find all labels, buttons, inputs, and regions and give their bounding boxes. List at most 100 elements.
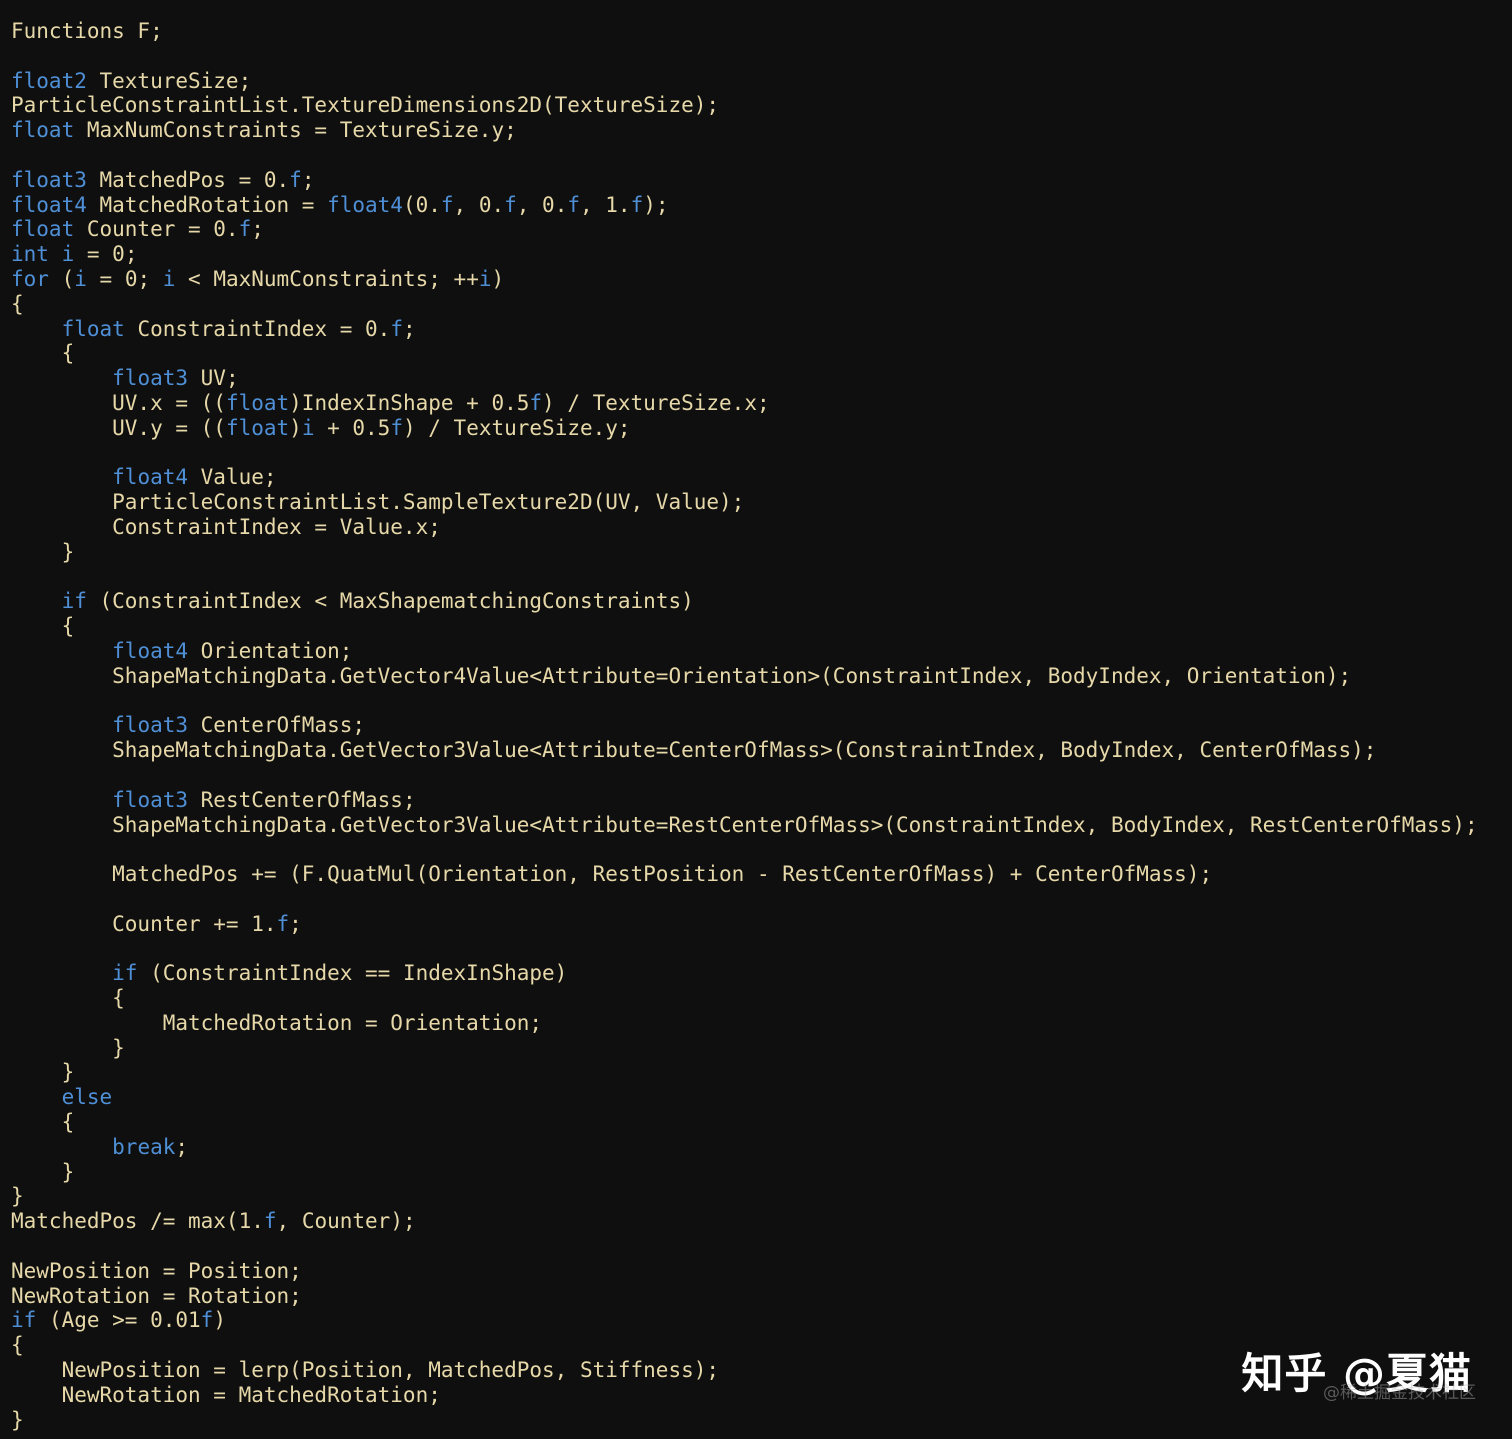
- code-token: CenterOfMass;: [188, 713, 366, 738]
- code-line: {: [11, 614, 1506, 639]
- code-line: ParticleConstraintList.SampleTexture2D(U…: [11, 490, 1506, 515]
- code-line: float4 Value;: [11, 465, 1506, 490]
- code-token: ) / TextureSize.y;: [402, 415, 631, 440]
- code-line: float3 RestCenterOfMass;: [11, 788, 1506, 813]
- code-keyword: float: [225, 415, 290, 440]
- code-keyword: if: [11, 1308, 37, 1333]
- code-keyword: float3: [11, 167, 87, 192]
- code-token: Counter += 1.: [11, 911, 277, 936]
- code-line: ConstraintIndex = Value.x;: [11, 515, 1506, 540]
- code-keyword: if: [61, 589, 87, 614]
- code-token: }: [11, 1159, 75, 1184]
- code-token: NewRotation = Rotation;: [11, 1283, 302, 1308]
- code-line: {: [11, 292, 1506, 317]
- code-line: Functions F;: [11, 19, 1506, 44]
- code-token: RestCenterOfMass;: [188, 787, 416, 812]
- code-keyword: f: [630, 192, 644, 217]
- code-token: {: [11, 341, 75, 366]
- code-line: }: [11, 1160, 1506, 1185]
- code-line: Counter += 1.f;: [11, 912, 1506, 937]
- code-token: MaxNumConstraints = TextureSize.y;: [74, 118, 517, 143]
- code-token: Value;: [188, 465, 277, 490]
- code-keyword: f: [238, 217, 252, 242]
- code-line: float4 Orientation;: [11, 639, 1506, 664]
- code-line: }: [11, 1060, 1506, 1085]
- code-keyword: i: [61, 242, 75, 267]
- code-token: ): [289, 415, 302, 440]
- code-token: NewPosition = lerp(Position, MatchedPos,…: [11, 1358, 720, 1383]
- code-token: MatchedRotation =: [86, 192, 328, 217]
- code-line: NewRotation = Rotation;: [11, 1284, 1506, 1309]
- code-keyword: f: [390, 316, 403, 341]
- code-keyword: float3: [112, 713, 189, 738]
- code-token: Counter = 0.: [74, 217, 239, 242]
- code-keyword: float2: [11, 68, 87, 93]
- code-line: }: [11, 1408, 1506, 1433]
- code-keyword: f: [276, 911, 290, 936]
- code-line: for (i = 0; i < MaxNumConstraints; ++i): [11, 267, 1506, 292]
- code-keyword: f: [289, 167, 302, 192]
- code-token: ShapeMatchingData.GetVector3Value<Attrib…: [11, 738, 1377, 763]
- code-token: = 0;: [74, 242, 138, 267]
- code-token: , 0.: [516, 192, 568, 217]
- code-token: , 1.: [580, 192, 631, 217]
- code-line: UV.y = ((float)i + 0.5f) / TextureSize.y…: [11, 416, 1506, 441]
- code-keyword: i: [301, 415, 315, 440]
- code-keyword: f: [390, 415, 403, 440]
- code-line: }: [11, 1184, 1506, 1209]
- code-token: ConstraintIndex = Value.x;: [11, 514, 441, 539]
- code-line: NewPosition = Position;: [11, 1259, 1506, 1284]
- code-token: }: [11, 1060, 75, 1085]
- code-token: , 0.: [453, 192, 505, 217]
- code-keyword: float: [61, 316, 125, 341]
- code-token: ;: [175, 1134, 189, 1159]
- code-token: (ConstraintIndex == IndexInShape): [137, 961, 568, 986]
- code-token: , Counter);: [276, 1209, 416, 1234]
- code-token: )IndexInShape + 0.5: [289, 390, 530, 415]
- code-keyword: int: [11, 242, 49, 267]
- code-token: ) / TextureSize.x;: [542, 390, 770, 415]
- code-keyword: float: [225, 390, 290, 415]
- code-token: ShapeMatchingData.GetVector4Value<Attrib…: [11, 663, 1352, 688]
- code-line: float3 MatchedPos = 0.f;: [11, 168, 1506, 193]
- code-keyword: f: [200, 1308, 214, 1333]
- code-token: ;: [402, 316, 416, 341]
- code-token: ShapeMatchingData.GetVector3Value<Attrib…: [11, 812, 1478, 837]
- code-editor[interactable]: Functions F; float2 TextureSize; Particle…: [11, 19, 1506, 1434]
- code-line: float3 CenterOfMass;: [11, 713, 1506, 738]
- code-token: }: [11, 539, 75, 564]
- code-token: ConstraintIndex = 0.: [124, 316, 391, 341]
- code-keyword: i: [478, 266, 492, 291]
- code-token: {: [11, 1110, 75, 1135]
- code-token: {: [11, 614, 75, 639]
- code-token: ;: [289, 911, 302, 936]
- code-token: );: [643, 192, 669, 217]
- code-line: {: [11, 1110, 1506, 1135]
- code-keyword: float4: [11, 192, 87, 217]
- code-line: if (ConstraintIndex < MaxShapematchingCo…: [11, 589, 1506, 614]
- code-token: MatchedPos += (F.QuatMul(Orientation, Re…: [11, 862, 1213, 887]
- code-line: ShapeMatchingData.GetVector4Value<Attrib…: [11, 664, 1506, 689]
- code-keyword: float4: [112, 465, 189, 490]
- code-keyword: float: [11, 118, 75, 143]
- code-keyword: float4: [112, 638, 189, 663]
- code-token: ;: [251, 217, 264, 242]
- code-line: if (ConstraintIndex == IndexInShape): [11, 961, 1506, 986]
- code-line: float MaxNumConstraints = TextureSize.y;: [11, 118, 1506, 143]
- code-token: MatchedPos /= max(1.: [11, 1209, 264, 1234]
- code-token: (ConstraintIndex < MaxShapematchingConst…: [86, 589, 694, 614]
- code-keyword: f: [440, 192, 454, 217]
- code-keyword: float3: [112, 366, 189, 391]
- code-line: break;: [11, 1135, 1506, 1160]
- code-token: ParticleConstraintList.SampleTexture2D(U…: [11, 490, 745, 515]
